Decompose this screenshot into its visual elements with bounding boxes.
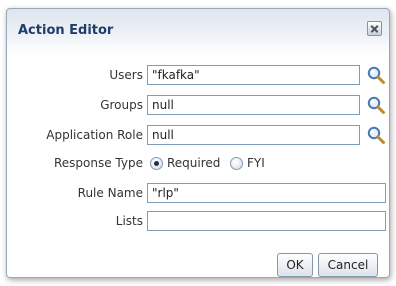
ok-button[interactable]: OK: [277, 253, 313, 277]
response-type-row: Response Type Required FYI: [7, 153, 391, 175]
search-icon[interactable]: [366, 65, 386, 85]
users-label: Users: [109, 68, 143, 82]
rule-name-row: Rule Name: [7, 183, 391, 205]
response-type-label: Response Type: [53, 156, 143, 170]
application-role-field[interactable]: [147, 125, 360, 145]
action-editor-dialog: Action Editor Users Groups Application R…: [6, 8, 390, 278]
required-radio[interactable]: [150, 157, 163, 170]
cancel-button[interactable]: Cancel: [318, 253, 378, 277]
groups-field[interactable]: [147, 95, 360, 115]
dialog-title: Action Editor: [18, 23, 114, 38]
lists-field[interactable]: [147, 211, 386, 231]
search-icon[interactable]: [366, 95, 386, 115]
application-role-label: Application Role: [46, 128, 143, 142]
rule-name-label: Rule Name: [77, 186, 143, 200]
lists-label: Lists: [115, 214, 143, 228]
application-role-row: Application Role: [7, 125, 391, 147]
rule-name-field[interactable]: [147, 183, 386, 203]
fyi-radio-label[interactable]: FYI: [247, 156, 265, 170]
search-icon[interactable]: [366, 125, 386, 145]
required-radio-label[interactable]: Required: [167, 156, 220, 170]
users-row: Users: [7, 65, 391, 87]
groups-row: Groups: [7, 95, 391, 117]
lists-row: Lists: [7, 211, 391, 233]
fyi-radio[interactable]: [230, 157, 243, 170]
users-field[interactable]: [147, 65, 360, 85]
close-icon[interactable]: [367, 21, 382, 36]
groups-label: Groups: [100, 98, 143, 112]
